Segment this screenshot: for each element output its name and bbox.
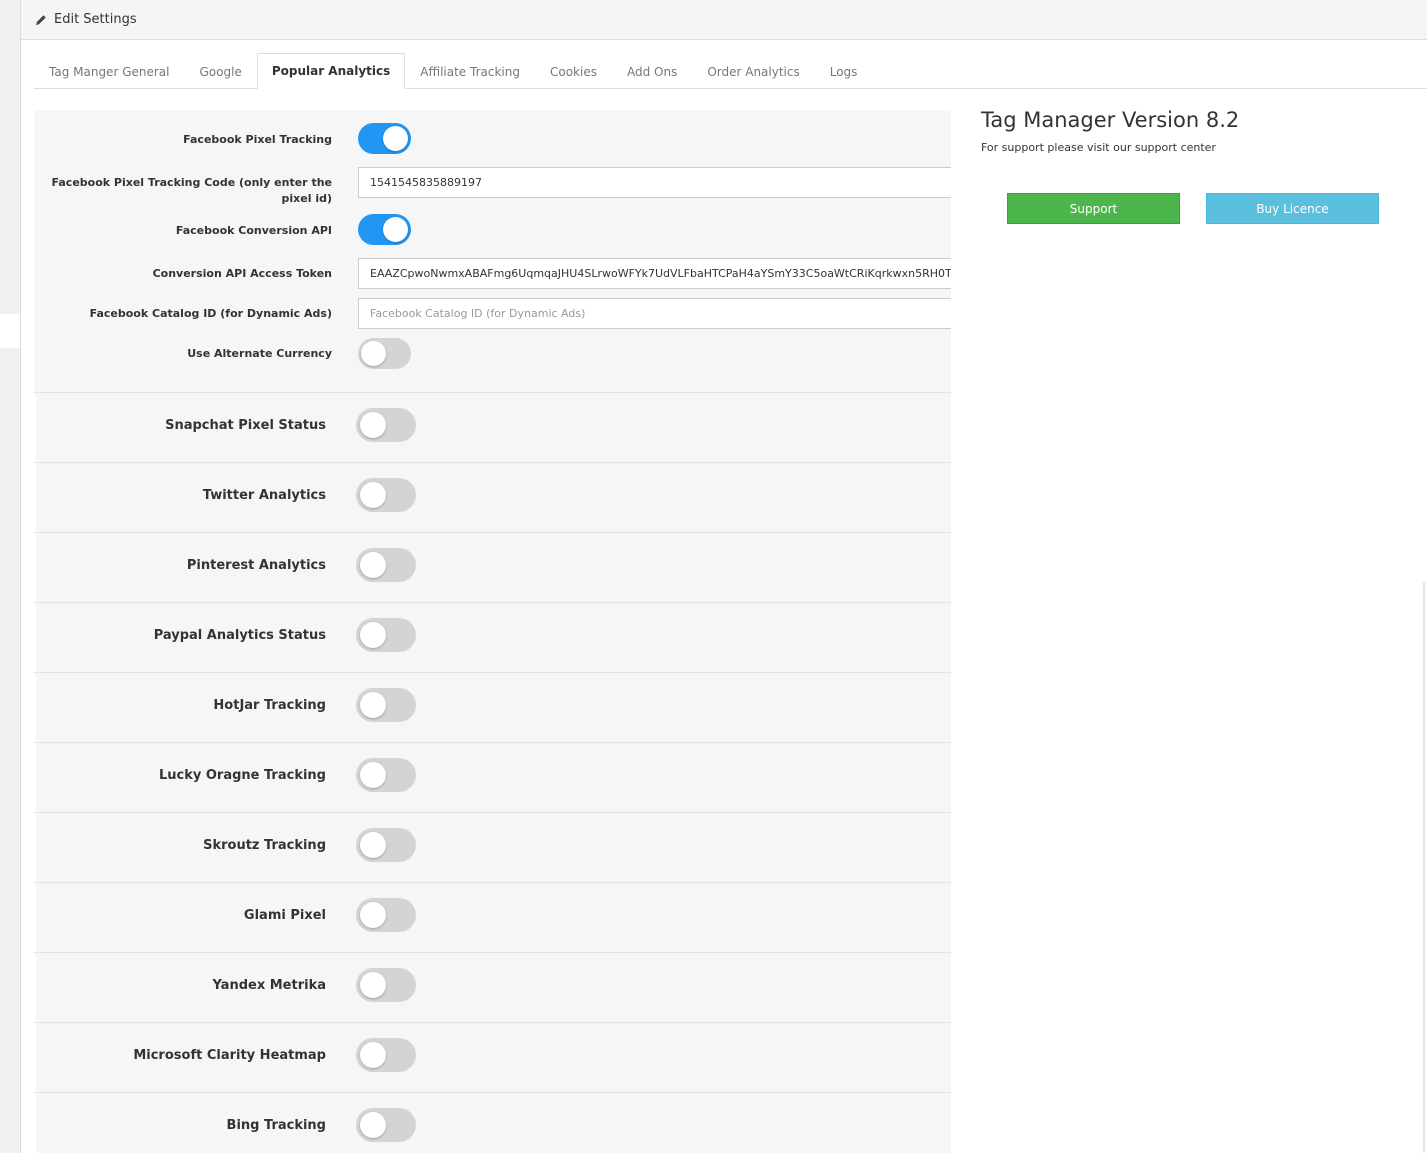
- tab-order-analytics[interactable]: Order Analytics: [692, 53, 814, 89]
- row-divider: [34, 392, 951, 393]
- facebook-conversion-api-toggle[interactable]: [358, 214, 411, 245]
- paypal-toggle[interactable]: [356, 618, 416, 652]
- toggle-knob: [360, 482, 386, 508]
- facebook-pixel-code-label-line2: pixel id): [281, 192, 332, 205]
- settings-tabs: Tag Manger General Google Popular Analyt…: [34, 53, 1427, 89]
- paypal-label: Paypal Analytics Status: [153, 628, 326, 643]
- toggle-knob: [360, 902, 386, 928]
- row-divider: [34, 532, 951, 533]
- support-button[interactable]: Support: [1007, 193, 1180, 224]
- row-divider: [34, 1092, 951, 1093]
- tab-logs[interactable]: Logs: [815, 53, 873, 89]
- tab-google[interactable]: Google: [184, 53, 256, 89]
- alternate-currency-toggle[interactable]: [358, 338, 411, 369]
- gutter-divider: [20, 0, 21, 1153]
- page-title: Edit Settings: [54, 12, 137, 27]
- row-divider: [34, 672, 951, 673]
- facebook-pixel-tracking-toggle[interactable]: [358, 123, 411, 154]
- left-gutter-highlight: [0, 314, 20, 348]
- toggle-knob: [383, 217, 408, 242]
- row-divider: [34, 602, 951, 603]
- pinterest-label: Pinterest Analytics: [186, 558, 326, 573]
- row-divider: [34, 812, 951, 813]
- access-token-input[interactable]: EAAZCpwoNwmxABAFmg6UqmqaJHU4SLrwoWFYk7Ud…: [358, 258, 951, 289]
- row-divider: [34, 1022, 951, 1023]
- toggle-knob: [360, 1042, 386, 1068]
- tab-cookies[interactable]: Cookies: [535, 53, 612, 89]
- row-divider: [34, 882, 951, 883]
- skroutz-label: Skroutz Tracking: [203, 838, 326, 853]
- hotjar-label: HotJar Tracking: [213, 698, 326, 713]
- tab-popular-analytics[interactable]: Popular Analytics: [256, 53, 406, 89]
- glami-toggle[interactable]: [356, 898, 416, 932]
- facebook-pixel-code-input[interactable]: 1541545835889197: [358, 167, 951, 198]
- toggle-knob: [360, 972, 386, 998]
- access-token-label: Conversion API Access Token: [152, 267, 332, 280]
- snapchat-toggle[interactable]: [356, 408, 416, 442]
- toggle-knob: [360, 552, 386, 578]
- row-divider: [34, 462, 951, 463]
- hotjar-toggle[interactable]: [356, 688, 416, 722]
- toggle-knob: [360, 692, 386, 718]
- toggle-knob: [361, 341, 386, 366]
- toggle-knob: [360, 412, 386, 438]
- settings-header: Edit Settings: [21, 0, 1427, 40]
- catalog-id-label: Facebook Catalog ID (for Dynamic Ads): [89, 307, 332, 320]
- row-divider: [34, 952, 951, 953]
- twitter-toggle[interactable]: [356, 478, 416, 512]
- glami-label: Glami Pixel: [243, 908, 326, 923]
- facebook-pixel-code-label-line1: Facebook Pixel Tracking Code (only enter…: [51, 176, 332, 189]
- toggle-knob: [360, 832, 386, 858]
- settings-panel: Facebook Pixel Tracking Facebook Pixel T…: [34, 110, 951, 1153]
- tab-affiliate-tracking[interactable]: Affiliate Tracking: [405, 53, 535, 89]
- toggle-knob: [360, 1112, 386, 1138]
- clarity-label: Microsoft Clarity Heatmap: [133, 1048, 326, 1063]
- right-scroll-edge: [1423, 582, 1425, 1153]
- version-title: Tag Manager Version 8.2: [981, 108, 1240, 132]
- row-divider: [34, 742, 951, 743]
- toggle-knob: [360, 762, 386, 788]
- toggle-knob: [360, 622, 386, 648]
- lucky-orange-label: Lucky Oragne Tracking: [158, 768, 326, 783]
- yandex-toggle[interactable]: [356, 968, 416, 1002]
- pencil-icon: [34, 13, 48, 27]
- yandex-label: Yandex Metrika: [212, 978, 326, 993]
- twitter-label: Twitter Analytics: [202, 488, 326, 503]
- clarity-toggle[interactable]: [356, 1038, 416, 1072]
- snapchat-label: Snapchat Pixel Status: [165, 418, 326, 433]
- skroutz-toggle[interactable]: [356, 828, 416, 862]
- toggle-knob: [383, 126, 408, 151]
- lucky-orange-toggle[interactable]: [356, 758, 416, 792]
- support-text: For support please visit our support cen…: [981, 141, 1216, 154]
- tab-add-ons[interactable]: Add Ons: [612, 53, 692, 89]
- pinterest-toggle[interactable]: [356, 548, 416, 582]
- facebook-conversion-api-label: Facebook Conversion API: [175, 224, 332, 237]
- alternate-currency-label: Use Alternate Currency: [187, 347, 332, 360]
- bing-toggle[interactable]: [356, 1108, 416, 1142]
- left-gutter: [0, 0, 20, 1153]
- buy-licence-button[interactable]: Buy Licence: [1206, 193, 1379, 224]
- facebook-pixel-tracking-label: Facebook Pixel Tracking: [183, 133, 332, 146]
- bing-label: Bing Tracking: [226, 1118, 326, 1133]
- tab-tag-manager-general[interactable]: Tag Manger General: [34, 53, 184, 89]
- facebook-pixel-code-label: Facebook Pixel Tracking Code (only enter…: [42, 175, 332, 207]
- catalog-id-input[interactable]: Facebook Catalog ID (for Dynamic Ads): [358, 298, 951, 329]
